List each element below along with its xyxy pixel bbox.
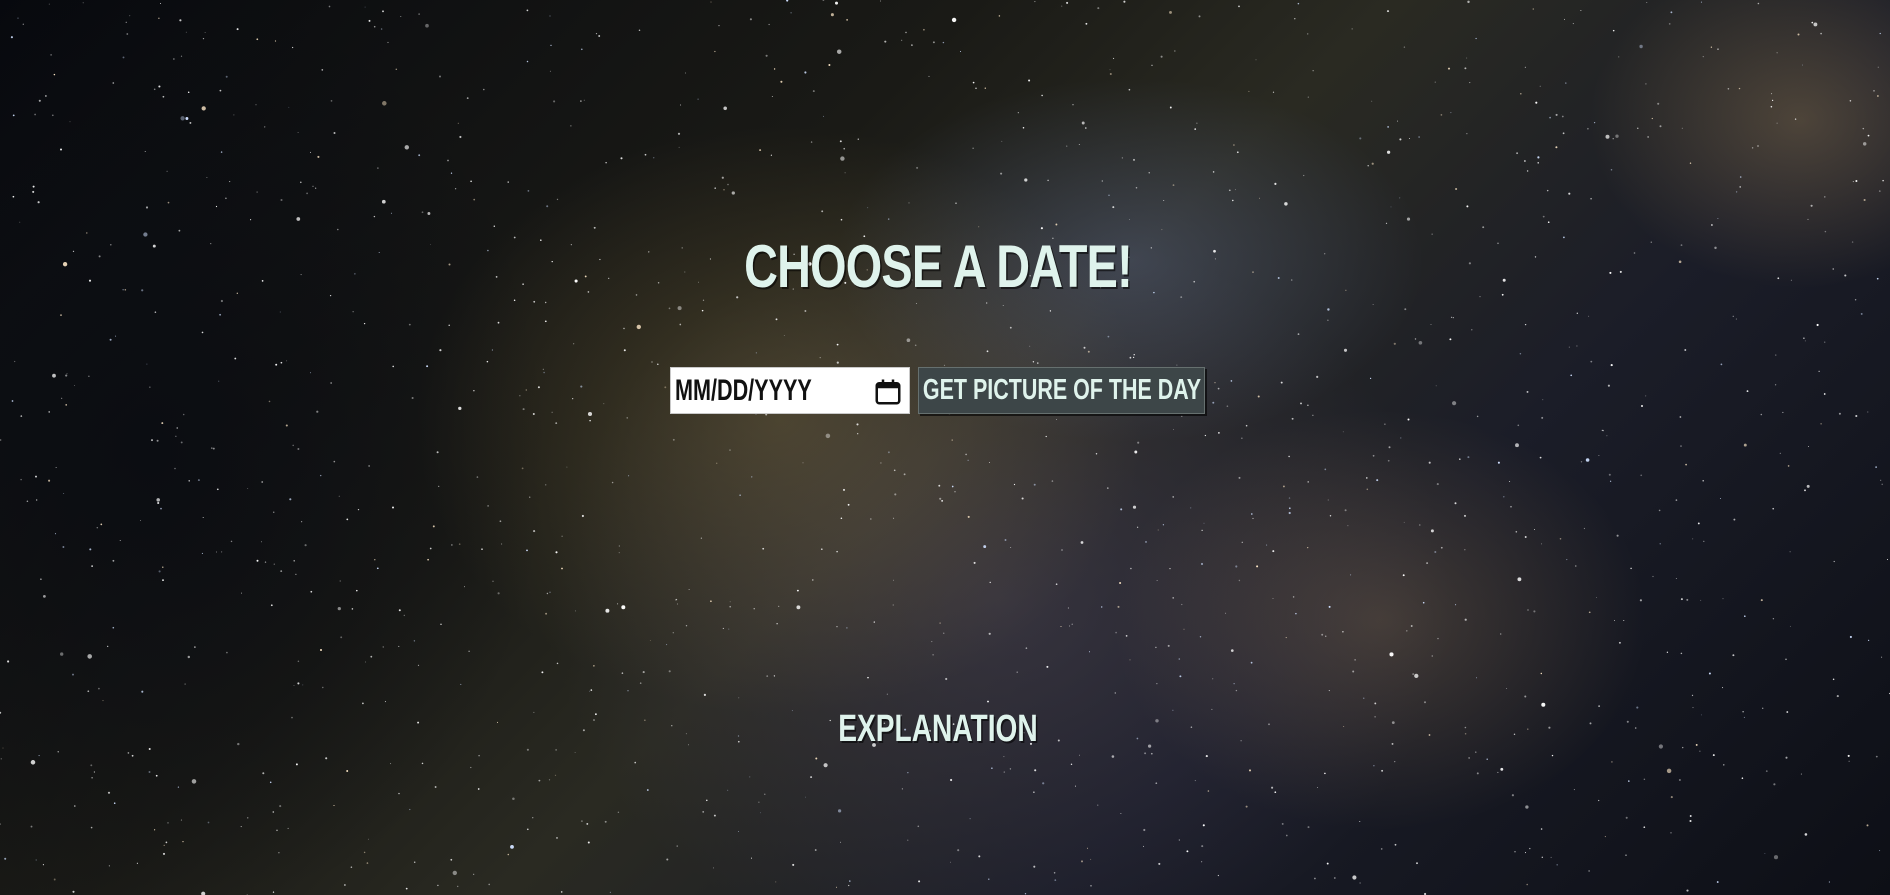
explanation-heading: EXPLANATION	[838, 708, 1038, 750]
starfield-background-image	[0, 0, 1890, 895]
date-picker-form: MM/DD/YYYY Get Picture of the Day	[670, 367, 1205, 414]
date-input[interactable]: MM/DD/YYYY	[670, 367, 910, 414]
page-background: Choose a Date! MM/DD/YYYY Get Picture of…	[0, 0, 1890, 895]
calendar-icon[interactable]	[873, 377, 903, 407]
get-picture-button[interactable]: Get Picture of the Day	[918, 367, 1205, 414]
get-picture-button-label: Get Picture of the Day	[922, 374, 1201, 406]
page-title: Choose a Date!	[744, 233, 1133, 300]
date-input-placeholder: MM/DD/YYYY	[675, 373, 812, 407]
